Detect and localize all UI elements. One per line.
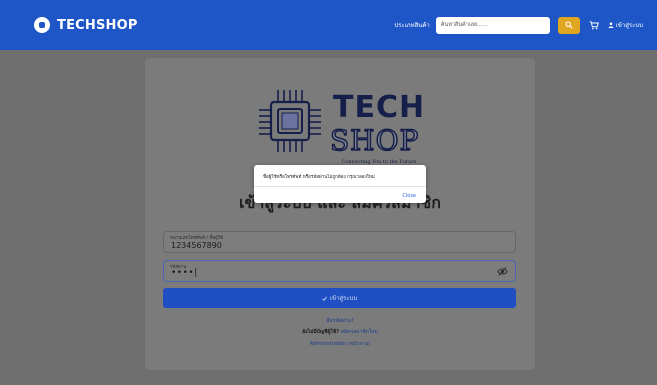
password-field[interactable]: รหัสผ่าน ••••| [163,260,516,282]
brand[interactable]: TECHSHOP [34,17,138,33]
logo-text-shop: SHOP [329,123,420,158]
category-link[interactable]: ประเภทสินค้า [394,20,429,30]
techshop-logo: TECH SHOP Connecting You to the Future [255,88,426,165]
modal-divider [254,186,426,187]
login-submit-label[interactable]: เข้าสู่ระบบ [330,293,357,303]
username-label: หมายเลขโทรศัพท์ / ชื่อผู้ใช้ [170,236,224,241]
logo-text-tech: TECH [333,90,426,125]
username-field[interactable]: หมายเลขโทรศัพท์ / ชื่อผู้ใช้ 1234567890 [163,231,516,253]
register-line: ยังไม่มีบัญชีผู้ใช้? สมัครสมาชิกใหม่ [145,328,535,336]
navbar: TECHSHOP ประเภทสินค้า เข้าสู่ระบบ [0,0,657,50]
register-link[interactable]: สมัครสมาชิกใหม่ [341,329,378,335]
cart-button[interactable] [588,19,600,31]
modal-close-button[interactable]: Close [402,193,416,199]
check-icon [322,296,327,301]
eye-slash-icon[interactable] [497,266,508,277]
forgot-password-link[interactable]: ลืมรหัสผ่าน? [145,317,535,325]
brand-name[interactable]: TECHSHOP [57,18,138,33]
search-icon [565,21,573,29]
chip-icon [259,90,321,152]
register-prompt: ยังไม่มีบัญชีผู้ใช้? [302,329,340,335]
modal-message: ชื่อผู้ใช้หรือโทรศัพท์ หรือรหัสผ่านไม่ถู… [263,175,375,180]
cart-icon [589,20,599,29]
search-button[interactable] [557,16,580,34]
password-value[interactable]: ••••| [171,268,198,278]
logo-icon [34,17,50,33]
admin-link[interactable]: Administration (พนักงาน) [145,340,535,348]
login-link[interactable]: เข้าสู่ระบบ [608,20,643,30]
nav-right: ประเภทสินค้า เข้าสู่ระบบ [394,16,643,34]
login-submit-button[interactable]: เข้าสู่ระบบ [163,288,516,308]
username-value[interactable]: 1234567890 [171,241,222,250]
login-card: TECH SHOP Connecting You to the Future เ… [145,58,535,370]
error-modal: ชื่อผู้ใช้หรือโทรศัพท์ หรือรหัสผ่านไม่ถู… [254,165,426,203]
search-input[interactable] [435,16,550,34]
login-label[interactable]: เข้าสู่ระบบ [616,20,643,30]
user-icon [608,22,614,28]
